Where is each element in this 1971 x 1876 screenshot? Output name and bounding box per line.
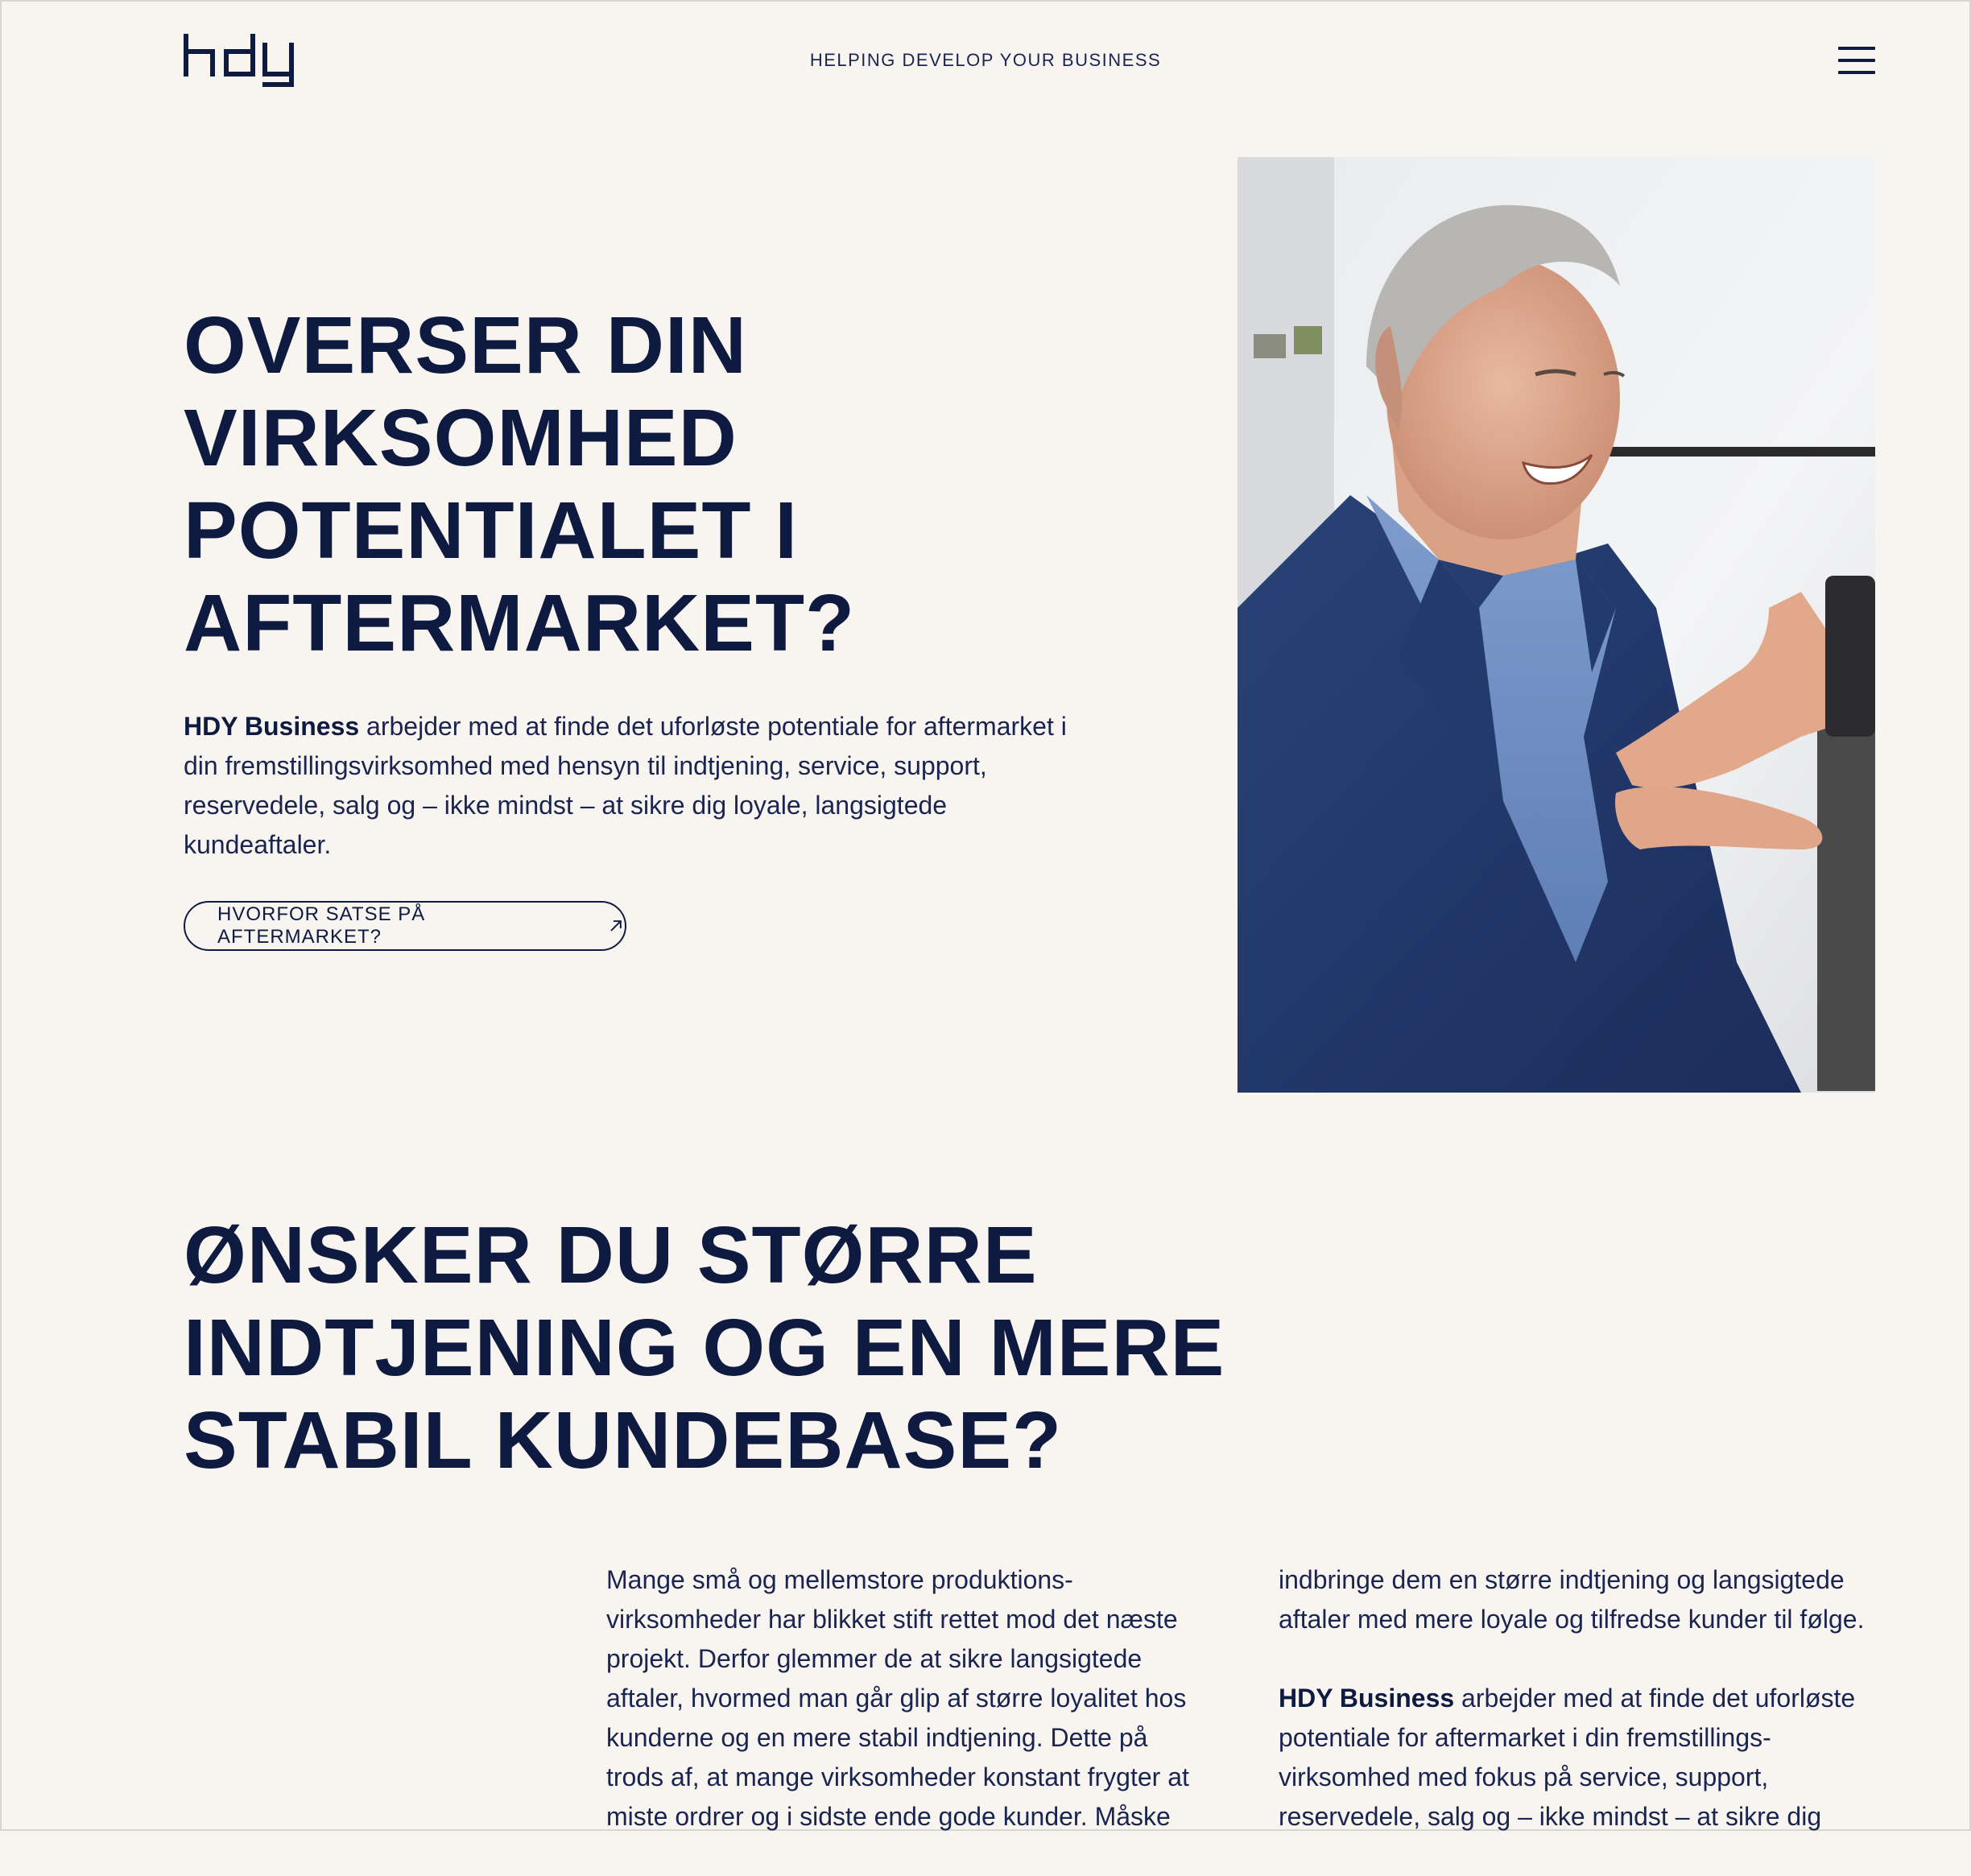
hamburger-menu-icon[interactable] [1838,47,1875,74]
arrow-up-right-icon [610,920,622,932]
hero-title: OVERSER DIN VIRKSOMHED POTENTIALET I AFT… [184,300,1150,670]
brand-name: HDY Business [184,712,360,741]
section-title-line: INDTJENING OG EN MERE [184,1303,1225,1393]
section-title-line: ØNSKER DU STØRRE [184,1210,1038,1300]
brand-name: HDY Business [1279,1684,1455,1713]
hero-intro: HDY Business arbejder med at finde det u… [184,707,1093,865]
body-column-right: indbringe dem en større indtjening og la… [1279,1560,1874,1876]
why-aftermarket-button[interactable]: HVORFOR SATSE PÅ AFTERMARKET? [184,901,626,951]
section-title-line: STABIL KUNDEBASE? [184,1395,1063,1486]
hero-title-line: POTENTIALET I [184,486,798,576]
cta-label: HVORFOR SATSE PÅ AFTERMARKET? [217,903,426,948]
paragraph: Mange små og mellemstore produktions-vir… [606,1565,1189,1831]
hero-title-line: AFTERMARKET? [184,578,856,668]
hero-title-line: VIRKSOMHED [184,393,738,483]
section-title: ØNSKER DU STØRRE INDTJENING OG EN MERE S… [184,1209,1271,1487]
hero-title-line: OVERSER DIN [184,300,748,390]
site-tagline: HELPING DEVELOP YOUR BUSINESS [809,50,1162,70]
paragraph: indbringe dem en større indtjening og la… [1279,1565,1865,1634]
hero-portrait-image [1238,157,1875,1093]
body-column-left: Mange små og mellemstore produktions-vir… [606,1560,1202,1876]
paragraph: HDY Business arbejder med at finde det u… [1279,1679,1874,1837]
